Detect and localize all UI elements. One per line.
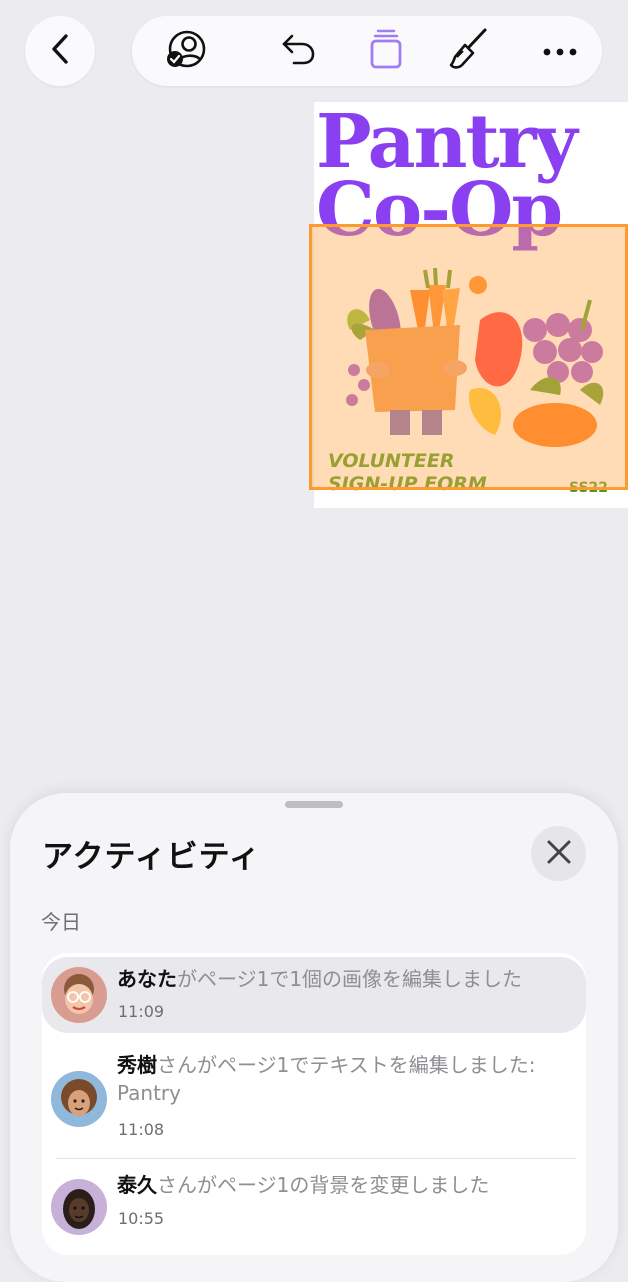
close-button[interactable] <box>531 826 586 881</box>
undo-icon <box>280 32 316 70</box>
collaboration-button[interactable] <box>163 27 211 75</box>
image-selection-highlight[interactable] <box>309 224 628 490</box>
back-chevron-icon <box>48 33 72 69</box>
more-button[interactable] <box>536 27 584 75</box>
row-divider <box>56 1158 576 1159</box>
section-header-today: 今日 <box>41 910 81 934</box>
avatar <box>51 1071 107 1127</box>
activity-row[interactable]: あなたがページ1で1個の画像を編集しました 11:09 <box>42 957 586 1033</box>
close-icon <box>546 839 572 869</box>
format-button[interactable] <box>445 27 493 75</box>
activity-row[interactable]: 泰久さんがページ1の背景を変更しました 10:55 <box>42 1167 586 1247</box>
activity-text: 泰久さんがページ1の背景を変更しました <box>117 1173 490 1197</box>
collaboration-icon <box>165 29 209 73</box>
activity-time: 11:08 <box>118 1120 165 1139</box>
undo-button[interactable] <box>274 27 322 75</box>
avatar <box>51 1179 107 1235</box>
top-toolbar <box>132 16 602 86</box>
activity-time: 11:09 <box>118 1002 165 1021</box>
activity-text: あなたがページ1で1個の画像を編集しました <box>117 967 523 991</box>
avatar <box>51 967 107 1023</box>
activity-text: 秀樹さんがページ1でテキストを編集しました: Pantry <box>117 1053 536 1105</box>
activity-list: あなたがページ1で1個の画像を編集しました 11:09 秀樹さんがページ1でテキ… <box>42 953 586 1255</box>
format-brush-icon <box>449 27 489 75</box>
activity-row[interactable]: 秀樹さんがページ1でテキストを編集しました: Pantry 11:08 <box>42 1045 586 1153</box>
activity-sheet: アクティビティ 今日 あなたがページ1で1個の画像を編集しました 11:09 秀… <box>10 793 618 1282</box>
back-button[interactable] <box>25 16 95 86</box>
pages-button[interactable] <box>362 27 410 75</box>
pages-icon <box>369 29 403 73</box>
sheet-title: アクティビティ <box>42 839 261 875</box>
more-icon <box>543 42 577 61</box>
activity-time: 10:55 <box>118 1209 165 1228</box>
sheet-grabber[interactable] <box>285 801 343 808</box>
screen: Pantry Co-Op VOLUNTEER SIGN-UP FORM SS22… <box>0 0 628 1282</box>
